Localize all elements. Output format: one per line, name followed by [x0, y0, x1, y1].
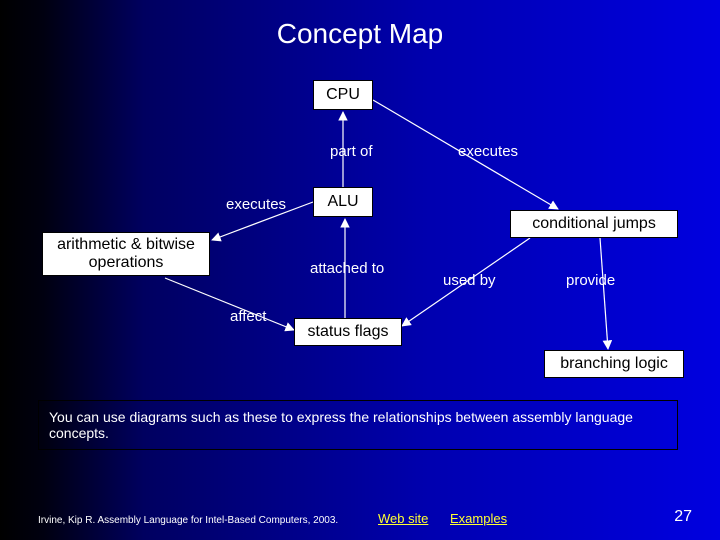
node-arithmetic-bitwise-ops: arithmetic & bitwise operations — [42, 232, 210, 276]
note-box: You can use diagrams such as these to ex… — [38, 400, 678, 450]
node-abops-line1: arithmetic & bitwise — [57, 236, 195, 254]
footer: Irvine, Kip R. Assembly Language for Int… — [0, 504, 720, 526]
node-conditional-jumps: conditional jumps — [510, 210, 678, 238]
edge-label-used-by: used by — [443, 272, 496, 289]
examples-link[interactable]: Examples — [450, 511, 507, 526]
node-alu: ALU — [313, 187, 373, 217]
edge-label-provide: provide — [566, 272, 615, 289]
page-title: Concept Map — [0, 18, 720, 50]
node-cpu: CPU — [313, 80, 373, 110]
edge-label-executes-left: executes — [226, 196, 286, 213]
citation-text: Irvine, Kip R. Assembly Language for Int… — [38, 515, 338, 526]
edge-label-part-of: part of — [330, 143, 373, 160]
node-abops-line2: operations — [89, 254, 164, 272]
node-branching-logic: branching logic — [544, 350, 684, 378]
node-status-flags: status flags — [294, 318, 402, 346]
edge-label-executes-right: executes — [458, 143, 518, 160]
edge-label-attached-to: attached to — [310, 260, 384, 277]
edge-label-affect: affect — [230, 308, 266, 325]
website-link[interactable]: Web site — [378, 511, 428, 526]
page-number: 27 — [674, 508, 692, 526]
